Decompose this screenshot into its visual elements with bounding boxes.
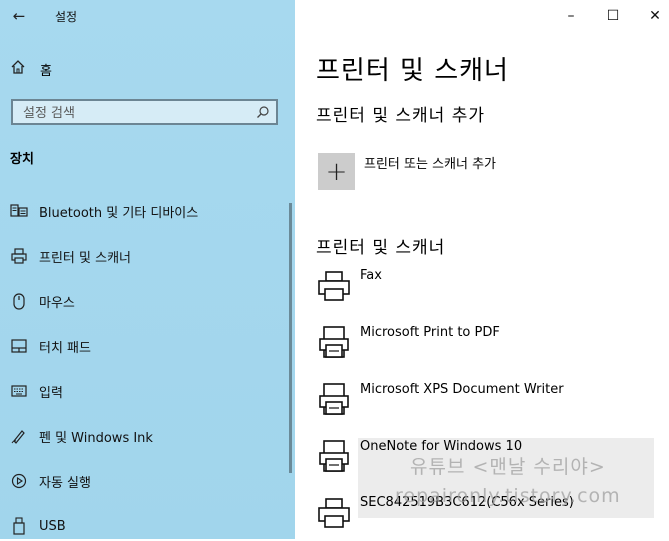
device-item[interactable]: Fax xyxy=(316,268,656,308)
sidebar-item-printers[interactable]: 프린터 및 스캐너 xyxy=(0,241,290,271)
device-item[interactable]: Microsoft Print to PDF xyxy=(316,325,656,365)
printer-icon xyxy=(316,495,352,531)
minimize-icon[interactable]: – xyxy=(561,6,581,26)
sidebar-item-touchpad[interactable]: 터치 패드 xyxy=(0,331,290,361)
onenote-printer-icon xyxy=(316,439,352,475)
watermark-line-1: 유튜브 <맨날 수리야> xyxy=(410,456,606,478)
sidebar-item-bluetooth[interactable]: Bluetooth 및 기타 디바이스 xyxy=(0,196,290,226)
sidebar-item-mouse[interactable]: 마우스 xyxy=(0,286,290,316)
add-printer-button[interactable]: + xyxy=(318,153,355,190)
sidebar-item-typing[interactable]: 입력 xyxy=(0,376,290,406)
device-name: Fax xyxy=(360,268,382,283)
sidebar-item-autoplay[interactable]: 자동 실행 xyxy=(0,466,290,496)
watermark-line-2: repaironly.tistory.com xyxy=(395,485,621,507)
sidebar-item-label: 터치 패드 xyxy=(39,340,91,356)
section-title: 장치 xyxy=(10,152,34,167)
keyboard-icon xyxy=(10,382,28,400)
sidebar-item-label: Bluetooth 및 기타 디바이스 xyxy=(39,205,199,221)
sidebar-item-label: 펜 및 Windows Ink xyxy=(39,430,153,446)
sidebar-item-label: USB xyxy=(39,518,66,534)
pdf-printer-icon xyxy=(316,325,352,361)
sidebar: ← 설정 홈 장치 Bluetooth 및 기타 디바이스 프린터 및 스캐너 … xyxy=(0,0,295,539)
sidebar-item-pen[interactable]: 펜 및 Windows Ink xyxy=(0,421,290,451)
printer-icon xyxy=(10,247,28,265)
close-icon[interactable]: ✕ xyxy=(645,6,665,26)
page-title: 프린터 및 스캐너 xyxy=(316,56,509,86)
sidebar-scrollbar[interactable] xyxy=(289,203,292,473)
home-label: 홈 xyxy=(40,63,52,79)
search-icon[interactable] xyxy=(256,104,270,123)
autoplay-icon xyxy=(10,472,28,490)
pen-icon xyxy=(10,427,28,445)
sidebar-item-label: 입력 xyxy=(39,385,63,401)
settings-search[interactable] xyxy=(11,99,278,125)
back-arrow-icon[interactable]: ← xyxy=(8,6,30,26)
plus-icon: + xyxy=(325,156,348,187)
app-title: 설정 xyxy=(55,10,78,24)
search-input[interactable] xyxy=(13,101,255,125)
usb-icon xyxy=(10,517,28,535)
sidebar-item-usb[interactable]: USB xyxy=(0,511,290,541)
home-icon xyxy=(10,59,26,79)
xps-printer-icon xyxy=(316,382,352,418)
printers-section-title: 프린터 및 스캐너 xyxy=(316,238,446,258)
touchpad-icon xyxy=(10,337,28,355)
sidebar-item-label: 프린터 및 스캐너 xyxy=(39,250,131,266)
fax-printer-icon xyxy=(316,268,352,304)
main-content: – ☐ ✕ 프린터 및 스캐너 프린터 및 스캐너 추가 + 프린터 또는 스캐… xyxy=(295,0,669,539)
sidebar-item-label: 마우스 xyxy=(39,295,75,311)
add-section-title: 프린터 및 스캐너 추가 xyxy=(316,106,485,126)
maximize-icon[interactable]: ☐ xyxy=(603,6,623,26)
add-printer-label[interactable]: 프린터 또는 스캐너 추가 xyxy=(364,153,496,172)
mouse-icon xyxy=(10,292,28,310)
device-item[interactable]: Microsoft XPS Document Writer xyxy=(316,382,656,422)
device-name: Microsoft XPS Document Writer xyxy=(360,382,564,397)
device-name: Microsoft Print to PDF xyxy=(360,325,500,340)
bluetooth-devices-icon xyxy=(10,202,28,220)
home-nav[interactable]: 홈 xyxy=(10,58,52,80)
sidebar-item-label: 자동 실행 xyxy=(39,475,91,491)
